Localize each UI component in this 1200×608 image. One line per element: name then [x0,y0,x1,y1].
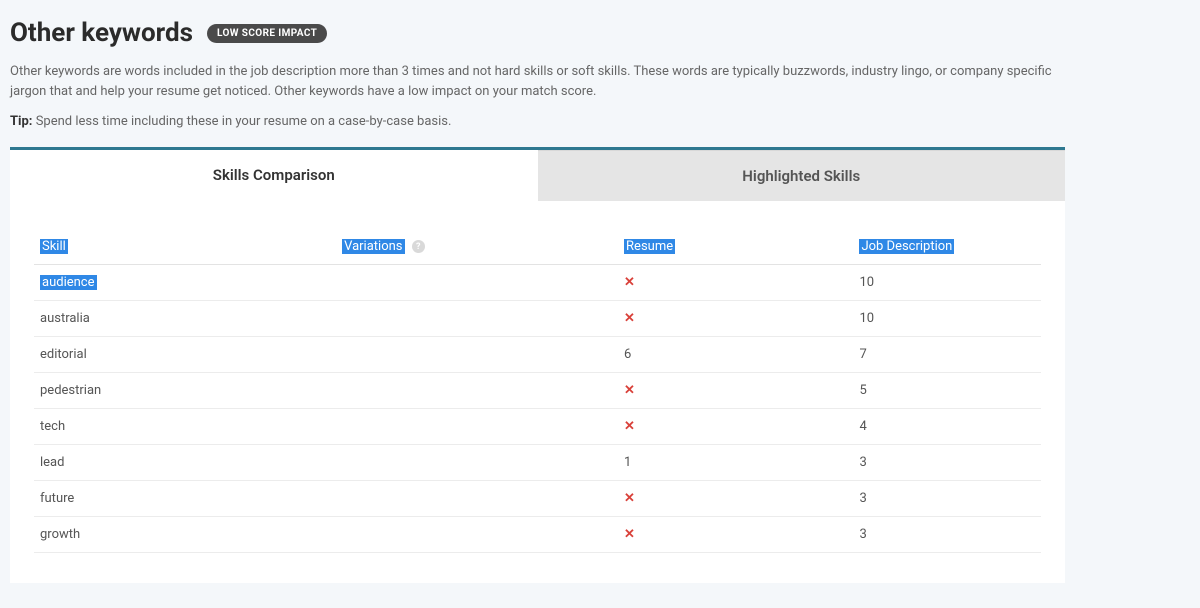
table-header-row: Skill Variations ? Resume Job Descriptio… [34,231,1041,265]
cell-resume: ✕ [618,265,819,301]
x-icon: ✕ [624,275,635,290]
x-icon: ✕ [624,527,635,542]
cell-skill: pedestrian [34,373,336,409]
cell-skill: lead [34,445,336,481]
table-row: growth ✕ 3 [34,517,1041,553]
x-icon: ✕ [624,383,635,398]
cell-variations [336,337,618,373]
cell-resume: ✕ [618,301,819,337]
skill-label: audience [40,275,97,290]
cell-jobdesc: 3 [819,445,1041,481]
table-row: future ✕ 3 [34,481,1041,517]
cell-skill: future [34,481,336,517]
table-wrap: Skill Variations ? Resume Job Descriptio… [10,201,1065,583]
cell-variations [336,409,618,445]
tab-container: Skills Comparison Highlighted Skills Ski… [10,147,1065,583]
col-header-skill[interactable]: Skill [34,231,336,265]
cell-jobdesc: 3 [819,481,1041,517]
cell-resume: ✕ [618,517,819,553]
table-body: audience✕10australia✕10editorial67pedest… [34,265,1041,553]
cell-variations [336,445,618,481]
col-header-variations[interactable]: Variations ? [336,231,618,265]
cell-skill: audience [34,265,336,301]
table-row: lead 13 [34,445,1041,481]
cell-resume: ✕ [618,409,819,445]
tip-body: Spend less time including these in your … [32,114,451,129]
x-icon: ✕ [624,311,635,326]
cell-resume: 6 [618,337,819,373]
cell-variations [336,517,618,553]
cell-resume: ✕ [618,481,819,517]
col-header-jobdesc-label: Job Description [859,239,954,254]
tab-highlighted-skills[interactable]: Highlighted Skills [538,150,1066,201]
table-row: pedestrian ✕ 5 [34,373,1041,409]
cell-jobdesc: 7 [819,337,1041,373]
table-row: audience ✕ 10 [34,265,1041,301]
page-title: Other keywords [10,18,193,48]
description-text: Other keywords are words included in the… [10,62,1065,102]
info-icon[interactable]: ? [412,240,425,253]
tip-label: Tip: [10,114,32,129]
cell-jobdesc: 10 [819,301,1041,337]
cell-resume: 1 [618,445,819,481]
x-icon: ✕ [624,419,635,434]
x-icon: ✕ [624,491,635,506]
cell-skill: tech [34,409,336,445]
cell-jobdesc: 10 [819,265,1041,301]
table-row: tech ✕ 4 [34,409,1041,445]
cell-variations [336,301,618,337]
col-header-variations-label: Variations [342,239,404,254]
cell-resume: ✕ [618,373,819,409]
impact-badge: LOW SCORE IMPACT [207,24,327,43]
col-header-jobdesc[interactable]: Job Description [819,231,1041,265]
cell-variations [336,481,618,517]
cell-variations [336,265,618,301]
table-row: editorial 67 [34,337,1041,373]
cell-skill: editorial [34,337,336,373]
cell-skill: australia [34,301,336,337]
cell-jobdesc: 4 [819,409,1041,445]
tip-text: Tip: Spend less time including these in … [10,114,1065,129]
col-header-skill-label: Skill [40,239,68,254]
page-root: Other keywords LOW SCORE IMPACT Other ke… [0,0,1075,583]
col-header-resume[interactable]: Resume [618,231,819,265]
table-row: australia ✕ 10 [34,301,1041,337]
tabs: Skills Comparison Highlighted Skills [10,150,1065,201]
tab-skills-comparison[interactable]: Skills Comparison [10,150,538,201]
cell-jobdesc: 3 [819,517,1041,553]
keywords-table: Skill Variations ? Resume Job Descriptio… [34,231,1041,553]
header-row: Other keywords LOW SCORE IMPACT [10,18,1065,48]
cell-skill: growth [34,517,336,553]
col-header-resume-label: Resume [624,239,675,254]
cell-jobdesc: 5 [819,373,1041,409]
cell-variations [336,373,618,409]
